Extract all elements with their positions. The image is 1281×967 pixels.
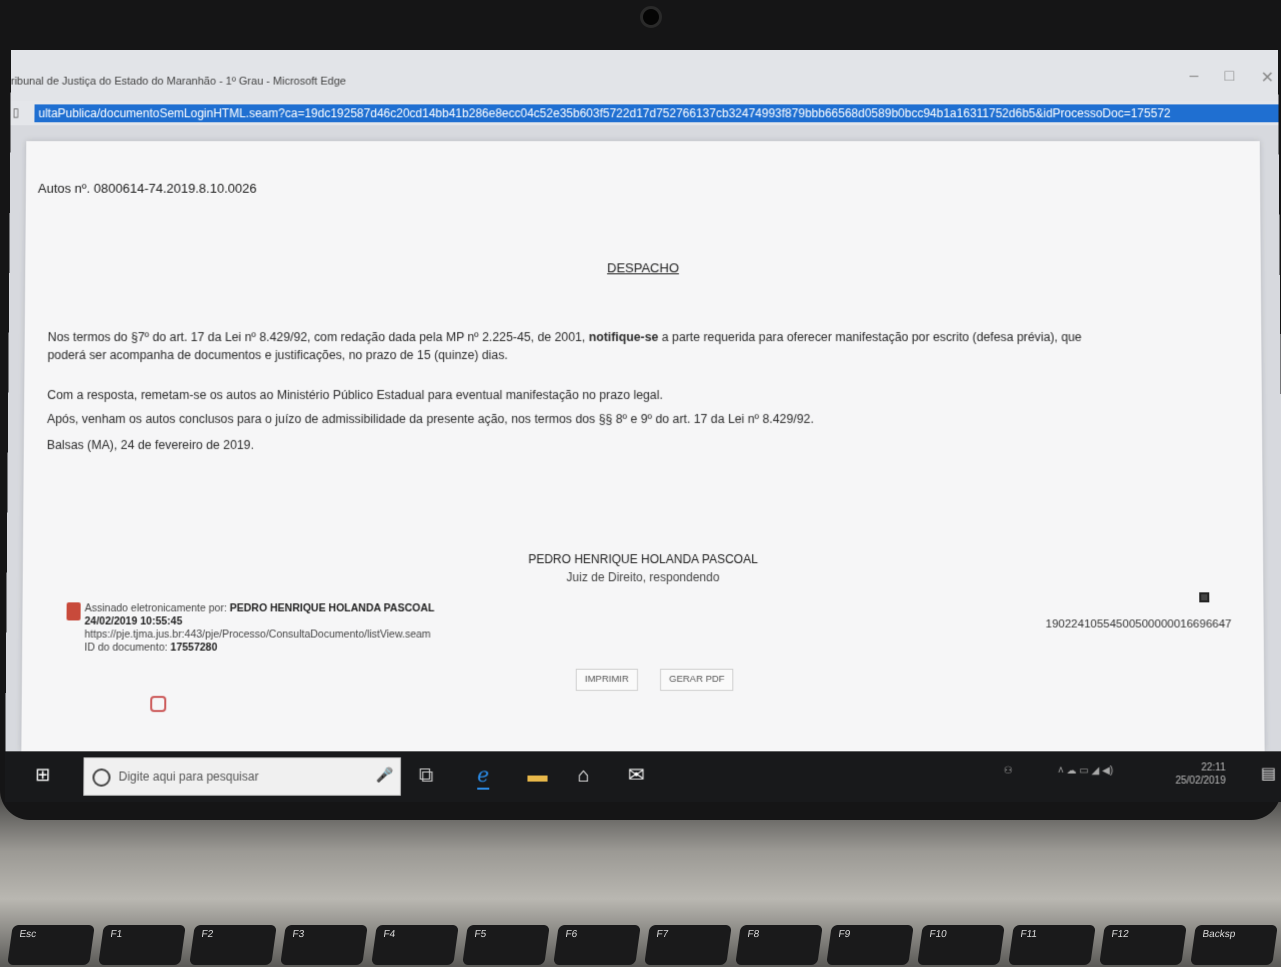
- signer-role: Juiz de Direito, respondendo: [566, 570, 720, 585]
- key-f5: F5: [462, 925, 550, 965]
- doc-id: 17557280: [170, 641, 218, 654]
- signature-name: PEDRO HENRIQUE HOLANDA PASCOAL: [229, 602, 435, 615]
- mail-icon[interactable]: ✉: [628, 763, 645, 787]
- qr-code-icon: [1199, 592, 1210, 603]
- key-f12: F12: [1099, 925, 1187, 965]
- key-esc: Esc: [7, 925, 95, 965]
- page-icon: ▯: [12, 105, 20, 120]
- clock[interactable]: 22:11 25/02/2019: [1175, 761, 1225, 787]
- generate-pdf-button[interactable]: GERAR PDF: [660, 668, 734, 691]
- paragraph-1-part-a: Nos termos do §7º do art. 17 da Lei nº 8…: [47, 330, 589, 345]
- key-f4: F4: [371, 925, 459, 965]
- laptop-screen: ribunal de Justiça do Estado do Maranhão…: [4, 49, 1281, 802]
- date-place: Balsas (MA), 24 de fevereiro de 2019.: [46, 437, 255, 453]
- taskbar: ⊞ Digite aqui para pesquisar 🎤 ⧉ ℯ ▬ ⌂ ✉…: [4, 751, 1281, 802]
- clock-time: 22:11: [1201, 762, 1226, 774]
- paragraph-1-bold: notifique-se: [588, 330, 659, 345]
- key-f8: F8: [735, 925, 823, 965]
- keyboard-row: Esc F1 F2 F3 F4 F5 F6 F7 F8 F9 F10 F11 F12 Backsp: [0, 905, 1281, 967]
- clock-date: 25/02/2019: [1175, 775, 1226, 787]
- key-f9: F9: [826, 925, 914, 965]
- paragraph-2: Com a resposta, remetam-se os autos ao M…: [47, 388, 663, 403]
- close-button[interactable]: ✕: [1261, 68, 1275, 88]
- tray-icons[interactable]: ˄ ☁ ▭ ◢ ◀): [1058, 765, 1113, 776]
- document-page: Autos nº. 0800614-74.2019.8.10.0026 DESP…: [21, 141, 1265, 752]
- minimize-button[interactable]: –: [1190, 68, 1199, 86]
- signature-datetime: 24/02/2019 10:55:45: [84, 615, 183, 628]
- task-view-icon[interactable]: ⧉: [419, 763, 433, 787]
- key-f11: F11: [1008, 925, 1096, 965]
- pdf-signature-icon: [66, 602, 81, 621]
- maximize-button[interactable]: □: [1225, 68, 1235, 86]
- paragraph-3: Após, venham os autos conclusos para o j…: [46, 412, 814, 426]
- key-f3: F3: [280, 925, 368, 965]
- signature-block: Assinado eletronicamente por: PEDRO HENR…: [66, 602, 435, 654]
- handwritten-mark: [150, 695, 167, 713]
- address-bar[interactable]: ▯ ultaPublica/documentoSemLoginHTML.seam…: [10, 101, 1281, 126]
- cortana-icon: [92, 768, 111, 787]
- key-f10: F10: [917, 925, 1005, 965]
- people-icon[interactable]: ⚇: [1004, 765, 1013, 776]
- taskbar-search[interactable]: Digite aqui para pesquisar 🎤: [83, 757, 401, 796]
- signature-label: Assinado eletronicamente por:: [84, 602, 230, 615]
- window-title: ribunal de Justiça do Estado do Maranhão…: [10, 75, 347, 88]
- store-icon[interactable]: ⌂: [578, 763, 590, 787]
- webcam: [640, 6, 662, 28]
- barcode-number: 19022410554500500000016696647: [1045, 618, 1232, 631]
- signature-url[interactable]: https://pje.tjma.jus.br:443/pje/Processo…: [84, 629, 434, 642]
- key-f2: F2: [189, 925, 277, 965]
- paragraph-1-part-c: poderá ser acompanha de documentos e jus…: [47, 348, 508, 363]
- print-button[interactable]: IMPRIMIR: [575, 668, 638, 691]
- url-field[interactable]: ultaPublica/documentoSemLoginHTML.seam?c…: [34, 104, 1281, 123]
- key-f6: F6: [553, 925, 641, 965]
- signer-name: PEDRO HENRIQUE HOLANDA PASCOAL: [528, 552, 758, 567]
- document-heading: DESPACHO: [607, 260, 679, 276]
- notification-icon[interactable]: ▤: [1261, 763, 1276, 783]
- search-placeholder: Digite aqui para pesquisar: [118, 769, 259, 784]
- doc-id-label: ID do documento:: [84, 641, 171, 654]
- browser-titlebar: ribunal de Justiça do Estado do Maranhão…: [10, 49, 1279, 102]
- paragraph-1-part-b: a parte requerida para oferecer manifest…: [658, 330, 1082, 345]
- key-f1: F1: [98, 925, 186, 965]
- windows-start-icon[interactable]: ⊞: [35, 763, 57, 785]
- key-f7: F7: [644, 925, 732, 965]
- microphone-icon[interactable]: 🎤: [376, 766, 394, 783]
- case-number: Autos nº. 0800614-74.2019.8.10.0026: [37, 180, 257, 196]
- paragraph-1: Nos termos do §7º do art. 17 da Lei nº 8…: [47, 328, 1081, 364]
- edge-browser-icon[interactable]: ℯ: [477, 763, 490, 790]
- file-explorer-icon[interactable]: ▬: [527, 763, 547, 787]
- key-backsp: Backsp: [1190, 925, 1278, 965]
